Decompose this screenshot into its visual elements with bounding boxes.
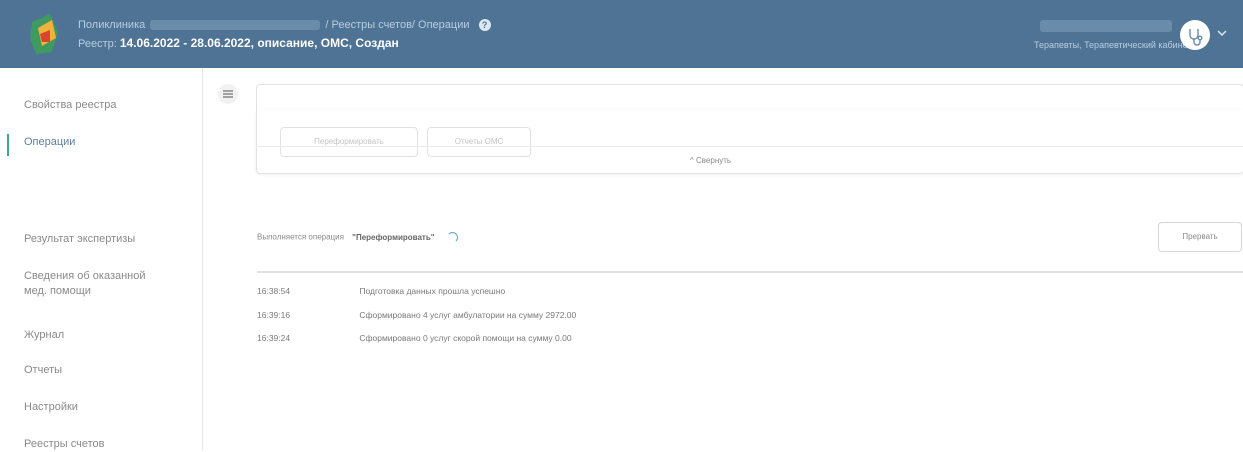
loading-spinner-icon — [446, 232, 458, 243]
hamburger-icon — [223, 90, 233, 98]
stethoscope-icon — [1189, 29, 1203, 46]
sidebar-item-care-info[interactable]: Сведения об оказанной мед. помощи — [24, 269, 146, 299]
chevron-down-icon[interactable] — [1216, 28, 1228, 38]
log-message: Сформировано 4 услуг амбулатории на сумм… — [359, 310, 577, 320]
header-title-line: Поликлиника / Реестры счетов/ Операции ? — [78, 19, 491, 32]
sidebar-item-label: мед. помощи — [24, 285, 91, 297]
log-time: 16:39:16 — [257, 310, 291, 320]
sidebar-item-operations[interactable]: Операции — [24, 135, 75, 150]
sidebar-item-label: Сведения об оказанной — [24, 270, 146, 282]
question-circle-icon[interactable]: ? — [478, 19, 491, 32]
sidebar: Свойства реестра Операции Результат эксп… — [0, 68, 203, 450]
app-name: Поликлиника — [78, 19, 146, 31]
log-message: Сформировано 0 услуг скорой помощи на су… — [359, 333, 572, 343]
reform-button[interactable]: Переформировать — [280, 127, 418, 157]
operation-name: "Переформировать" — [352, 232, 435, 242]
redacted-user-name — [1040, 20, 1172, 32]
operation-status: Выполняется операция "Переформировать" — [257, 232, 458, 243]
log-row: 16:39:24 Сформировано 0 услуг скорой пом… — [257, 333, 572, 343]
breadcrumb[interactable]: / Реестры счетов/ Операции — [325, 19, 469, 31]
user-avatar[interactable] — [1180, 20, 1210, 50]
registry-info: 14.06.2022 - 28.06.2022, описание, ОМС, … — [119, 36, 399, 50]
active-indicator — [7, 134, 9, 156]
sidebar-item-expertise-result[interactable]: Результат экспертизы — [24, 232, 135, 247]
log-message: Подготовка данных прошла успешно — [359, 286, 506, 296]
log-divider — [257, 271, 1243, 273]
registry-info-line: Реестр: 14.06.2022 - 28.06.2022, описани… — [78, 36, 399, 50]
actions-card — [256, 84, 1243, 111]
redacted-org-name — [150, 20, 321, 31]
log-row: 16:38:54 Подготовка данных прошла успешн… — [257, 286, 505, 296]
log-row: 16:39:16 Сформировано 4 услуг амбулатори… — [257, 310, 576, 320]
sidebar-item-journal[interactable]: Журнал — [24, 328, 64, 343]
card-divider — [256, 146, 1243, 147]
top-header: Поликлиника / Реестры счетов/ Операции ?… — [0, 0, 1243, 68]
oms-reports-button[interactable]: Отчеты ОМС — [427, 127, 531, 157]
operation-status-label: Выполняется операция — [257, 232, 344, 242]
registry-prefix: Реестр: — [78, 38, 117, 50]
menu-toggle-button[interactable] — [218, 84, 238, 104]
sidebar-item-registry-properties[interactable]: Свойства реестра — [24, 98, 117, 113]
collapse-toggle[interactable]: ^ Свернуть — [690, 156, 731, 165]
stop-button[interactable]: Прервать — [1158, 222, 1242, 252]
log-time: 16:39:24 — [257, 333, 291, 343]
user-role: Терапевты, Терапевтический кабинет — [1034, 40, 1192, 50]
sidebar-item-settings[interactable]: Настройки — [24, 400, 78, 415]
log-time: 16:38:54 — [257, 286, 291, 296]
clinic-logo-icon — [30, 14, 58, 54]
sidebar-item-reports[interactable]: Отчеты — [24, 363, 62, 378]
